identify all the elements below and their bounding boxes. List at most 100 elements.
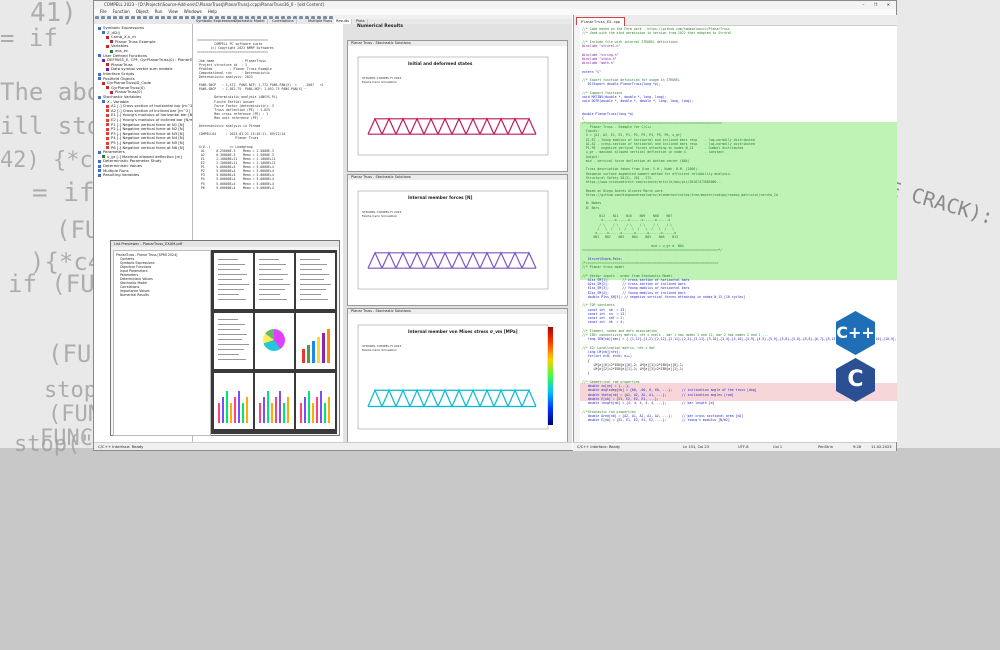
tree-item-icon	[106, 109, 109, 113]
truss-member	[381, 388, 397, 407]
bar-thumbnail	[238, 391, 240, 423]
editor-status-item: 11.02.2023	[871, 445, 892, 449]
tree-item[interactable]: Resulting Variables	[94, 172, 139, 178]
bar-thumbnail	[312, 341, 315, 363]
pdf-page-thumbnail[interactable]	[255, 253, 294, 309]
window-controls[interactable]: – ❐ ✕	[863, 2, 894, 7]
plots-pane: Planar Truss - Stochastic Solutions Initi…	[343, 24, 572, 446]
compell-window[interactable]: COMPELL 2023 - [D:\Projects\Source-Add-o…	[93, 0, 897, 451]
editor-status-item: C/C++ Interface: Ready	[577, 445, 620, 449]
text-line-thumbnail	[218, 334, 247, 335]
pdf-window-title: List Previewer - PlanarTruss_EXAM.pdf	[111, 241, 339, 247]
tree-item-icon	[102, 100, 105, 104]
truss-member	[507, 251, 523, 269]
truss-member	[395, 251, 411, 269]
bar-thumbnail	[312, 403, 314, 423]
truss-member	[437, 117, 453, 135]
pdf-page-thumbnail[interactable]	[214, 373, 253, 429]
truss-member	[437, 388, 453, 407]
truss-member	[423, 251, 439, 269]
code-editor[interactable]: PlanarTruss_EX.cpp //* Code based on the…	[573, 15, 897, 442]
truss-member	[493, 251, 509, 269]
tree-item-icon	[98, 169, 101, 173]
editor-status-item: Col 1	[773, 445, 783, 449]
text-line-thumbnail	[218, 344, 249, 345]
tree-item-icon	[106, 136, 109, 140]
text-line-thumbnail	[218, 289, 244, 290]
text-line-thumbnail	[218, 359, 246, 360]
bar-thumbnail	[300, 403, 302, 423]
tree-item-icon	[102, 58, 105, 62]
pdf-thumbnails[interactable]	[211, 250, 337, 434]
pdf-page-thumbnail[interactable]	[214, 313, 253, 369]
text-line-thumbnail	[218, 294, 239, 295]
text-line-thumbnail	[300, 264, 327, 265]
pdf-outline-tree[interactable]: PlanarTruss - Planar Truss [SPRS 2024] Co…	[113, 250, 211, 436]
code-line: #include "math.h"	[582, 61, 615, 65]
pie-chart-thumbnail	[263, 329, 285, 351]
text-line-thumbnail	[218, 299, 246, 300]
bar-thumbnail	[317, 337, 320, 363]
text-line-thumbnail	[300, 259, 320, 260]
text-line-thumbnail	[218, 349, 244, 350]
editor-tab-bar: PlanarTruss_EX.cpp	[574, 15, 897, 26]
truss-member	[521, 388, 537, 407]
bar-thumbnail	[234, 397, 236, 423]
cpp-logo: C++	[836, 311, 875, 355]
bar-thumbnail	[279, 391, 281, 423]
plot-window[interactable]: Planar Truss - Stochastic Solutions Initi…	[347, 40, 568, 172]
pdf-page-thumbnail[interactable]	[296, 373, 335, 429]
truss-member	[409, 388, 425, 407]
pdf-page-thumbnail[interactable]	[255, 373, 294, 429]
text-line-thumbnail	[259, 274, 288, 275]
truss-member	[451, 388, 467, 407]
bar-thumbnail	[271, 403, 273, 423]
code-line: void DOTR(double *, double *, double *, …	[582, 99, 694, 104]
truss-member	[479, 251, 495, 269]
text-line-thumbnail	[300, 279, 324, 280]
editor-status-bar: C/C++ Interface: Ready Ln 151, Col 23 UTF-…	[573, 442, 896, 451]
text-line-thumbnail	[218, 284, 249, 285]
code-line: https://github.com/diegoandresalvarez/el…	[582, 192, 778, 197]
tree-item-icon	[106, 44, 109, 48]
tree-item-icon	[98, 95, 101, 99]
plot-window[interactable]: Planar Truss - Stochastic Solutions Inter…	[347, 174, 568, 306]
editor-status-item: Ln 151, Col 23	[683, 445, 709, 449]
pdf-preview-window[interactable]: List Previewer - PlanarTruss_EXAM.pdf Pl…	[110, 240, 340, 436]
text-line-thumbnail	[300, 284, 331, 285]
truss-diagram	[357, 324, 549, 430]
pdf-page-thumbnail[interactable]	[296, 313, 335, 369]
tree-item-icon	[98, 77, 101, 81]
bar-thumbnail	[230, 403, 232, 423]
text-line-thumbnail	[218, 269, 240, 270]
truss-member	[493, 117, 509, 135]
truss-member	[381, 251, 397, 269]
code-line: N01 N02 N03 N04 N05 N06 N13	[582, 235, 678, 240]
truss-member	[465, 251, 481, 269]
bar-thumbnail	[304, 397, 306, 423]
truss-member	[465, 117, 481, 135]
code-line: double length[nb] = {4, 4, 4, 4, 4, ...}…	[582, 401, 715, 405]
code-line: const int nk = 4;	[582, 320, 625, 325]
truss-member	[409, 117, 425, 135]
truss-member	[479, 117, 495, 135]
text-line-thumbnail	[300, 289, 326, 290]
tree-item-icon	[106, 35, 109, 39]
pdf-page-thumbnail[interactable]	[296, 253, 335, 309]
bar-thumbnail	[324, 403, 326, 423]
truss-member	[395, 117, 411, 135]
result-line: Deterministic analysis in Pinned	[197, 124, 261, 129]
plot-window[interactable]: Planar Truss - Stochastic Solutions Inter…	[347, 308, 568, 446]
pdf-page-thumbnail[interactable]	[255, 313, 294, 369]
truss-member	[451, 117, 467, 135]
text-line-thumbnail	[300, 294, 321, 295]
tree-item-icon	[102, 81, 105, 85]
result-line: =====================================	[197, 50, 269, 55]
truss-member	[479, 388, 495, 407]
pdf-page-thumbnail[interactable]	[214, 253, 253, 309]
colorbar	[548, 327, 553, 425]
bar-thumbnail	[222, 397, 224, 423]
pdf-outline-item[interactable]: Numerical Results	[116, 293, 149, 297]
truss-member	[367, 251, 383, 269]
editor-tab[interactable]: PlanarTruss_EX.cpp	[576, 17, 625, 26]
